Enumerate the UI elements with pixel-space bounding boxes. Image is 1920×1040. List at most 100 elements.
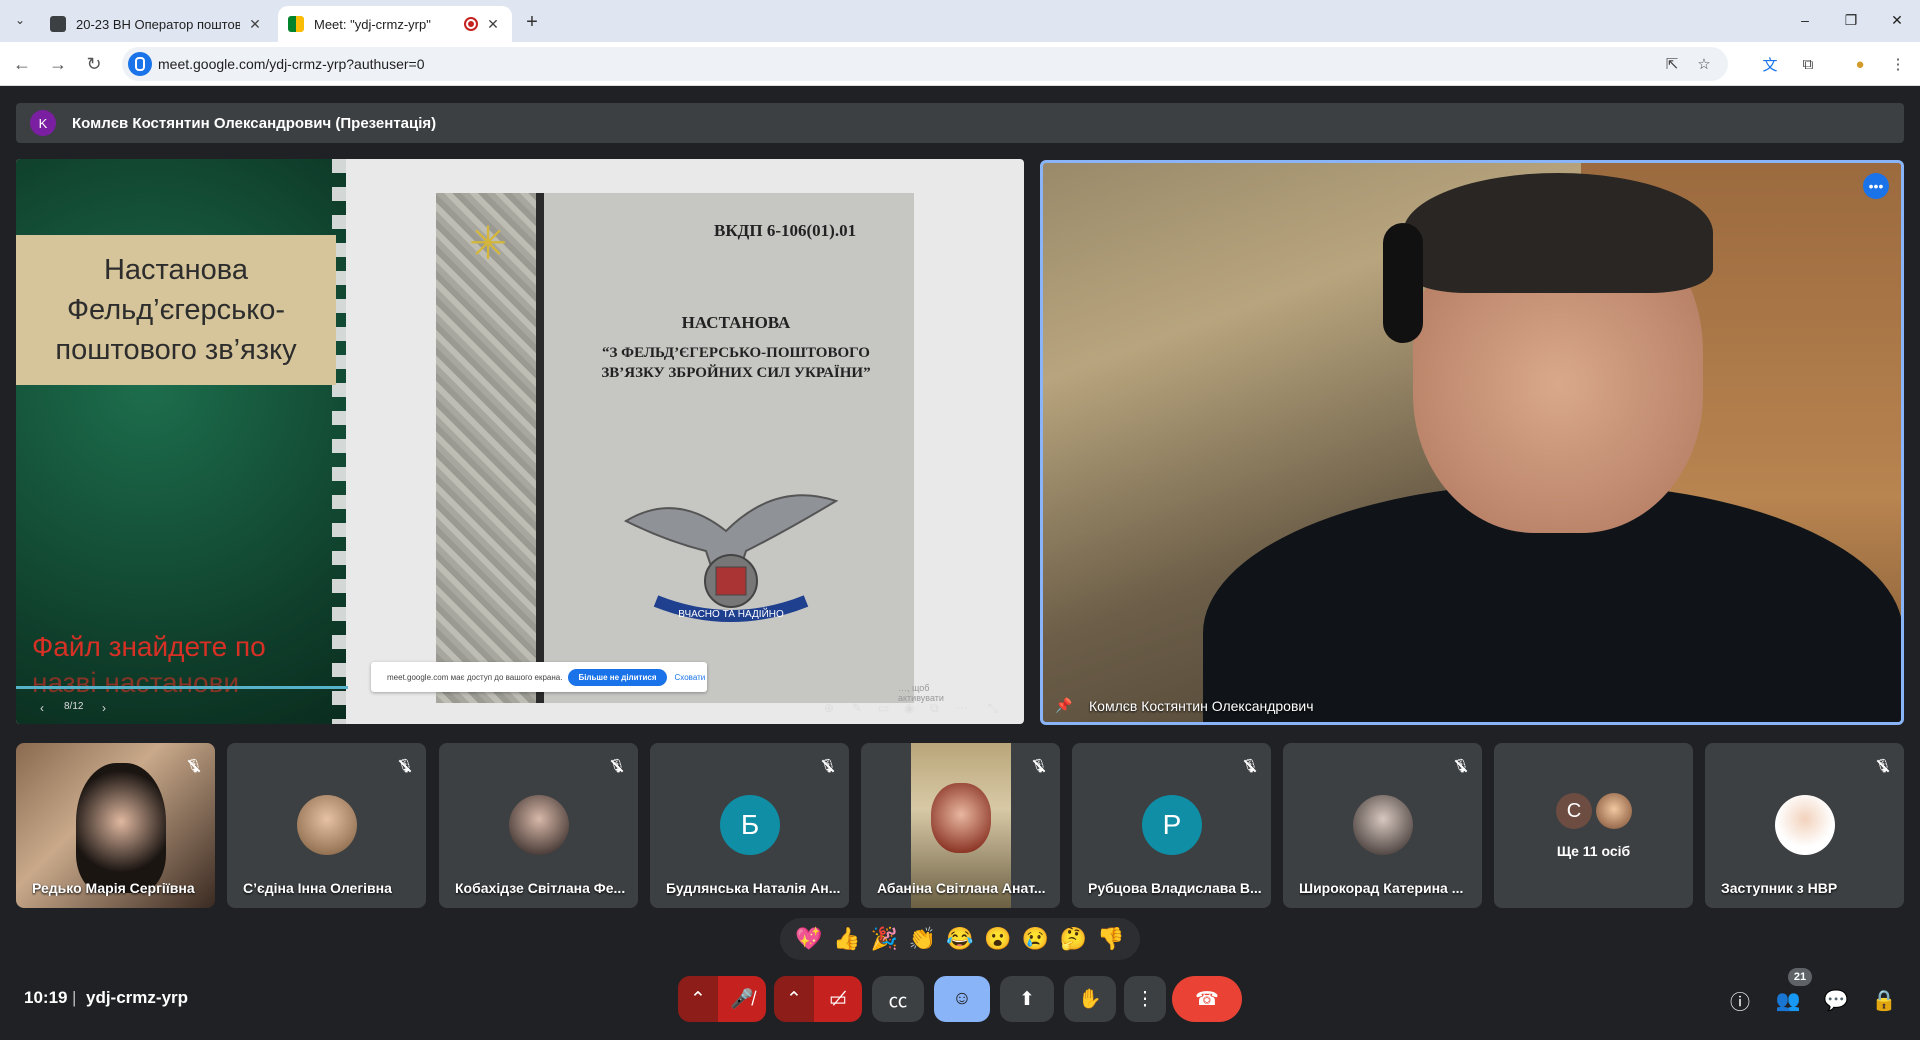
participant-tile[interactable]: 🎙 Заступник з НВР bbox=[1705, 743, 1904, 908]
participant-tile[interactable]: 🎙 С’єдіна Інна Олегівна bbox=[227, 743, 426, 908]
bookmark-star-icon[interactable]: ☆ bbox=[1694, 54, 1714, 74]
collapse-icon[interactable]: ⤡ bbox=[988, 701, 998, 716]
participant-name: С’єдіна Інна Олегівна bbox=[243, 880, 392, 896]
close-tab-icon[interactable]: ✕ bbox=[484, 15, 502, 33]
avatar bbox=[297, 795, 357, 855]
hide-notice-button[interactable]: Сховати bbox=[675, 673, 706, 682]
participant-name: Рубцова Владислава В... bbox=[1088, 880, 1262, 896]
reaction-laugh-icon[interactable]: 😂 bbox=[946, 926, 973, 952]
pin-icon[interactable]: 📌 bbox=[1055, 697, 1072, 714]
forward-icon[interactable]: → bbox=[46, 52, 70, 76]
reactions-button[interactable]: ☺ bbox=[934, 976, 990, 1022]
host-controls-icon[interactable]: 🔒 bbox=[1870, 986, 1898, 1014]
reaction-party-icon[interactable]: 🎉 bbox=[871, 926, 898, 952]
document-title-line2: “З ФЕЛЬД’ЄГЕРСЬКО-ПОШТОВОГО ЗВ’ЯЗКУ ЗБРО… bbox=[601, 345, 871, 381]
audio-icon[interactable]: ◉ bbox=[904, 701, 914, 715]
more-options-icon[interactable]: ⋯ bbox=[956, 701, 968, 715]
reaction-thinking-icon[interactable]: 🤔 bbox=[1060, 926, 1087, 952]
reaction-thumbs-up-icon[interactable]: 👍 bbox=[833, 926, 860, 952]
avatar bbox=[1353, 795, 1413, 855]
minimize-button[interactable]: – bbox=[1782, 6, 1828, 34]
next-slide-icon[interactable]: › bbox=[102, 701, 106, 715]
browser-toolbar: ← → ↻ meet.google.com/ydj-crmz-yrp?authu… bbox=[0, 42, 1920, 86]
mic-toggle-button[interactable]: 🎤̸ bbox=[718, 976, 766, 1022]
video-settings-chevron-icon[interactable]: ⌃ bbox=[774, 976, 814, 1022]
mic-off-icon: 🎙 bbox=[1450, 755, 1472, 777]
participant-tile[interactable]: 🎙 Б Будлянська Наталія Ан... bbox=[650, 743, 849, 908]
meeting-clock: 10:19 bbox=[24, 988, 68, 1007]
leave-call-button[interactable]: ☎ bbox=[1172, 976, 1242, 1022]
address-bar[interactable]: meet.google.com/ydj-crmz-yrp?authuser=0 … bbox=[122, 47, 1728, 81]
tab-search-button[interactable]: ⌄ bbox=[6, 8, 34, 32]
participant-name: Широкорад Катерина ... bbox=[1299, 880, 1464, 896]
meet-favicon-icon bbox=[288, 16, 304, 32]
reaction-clap-icon[interactable]: 👏 bbox=[908, 926, 935, 952]
captions-button[interactable]: ㏄ bbox=[872, 976, 924, 1022]
extensions-icon[interactable]: ⧉ bbox=[1796, 52, 1820, 76]
raise-hand-button[interactable]: ✋ bbox=[1064, 976, 1116, 1022]
captions-icon: ㏄ bbox=[888, 990, 908, 1012]
audio-settings-chevron-icon[interactable]: ⌃ bbox=[678, 976, 718, 1022]
speaker-video-tile[interactable]: ••• 📌 Комлєв Костянтин Олександрович bbox=[1040, 160, 1904, 725]
document-title-line1: НАСТАНОВА bbox=[681, 313, 791, 332]
mic-off-icon: 🎙 bbox=[606, 755, 628, 777]
meeting-info-icon[interactable]: ⓘ bbox=[1726, 986, 1754, 1014]
profile-avatar-icon[interactable]: ● bbox=[1848, 52, 1872, 76]
reaction-surprised-icon[interactable]: 😮 bbox=[984, 926, 1011, 952]
prev-slide-icon[interactable]: ‹ bbox=[40, 701, 44, 715]
chat-icon[interactable]: 💬 bbox=[1822, 986, 1850, 1014]
restore-button[interactable]: ❐ bbox=[1828, 6, 1874, 34]
stop-sharing-button[interactable]: Більше не ділитися bbox=[568, 668, 667, 686]
pen-icon[interactable]: ✎ bbox=[852, 701, 862, 715]
present-screen-icon: ⬆ bbox=[1019, 988, 1035, 1010]
more-options-button[interactable]: ⋮ bbox=[1124, 976, 1166, 1022]
captions-icon[interactable]: ▭ bbox=[878, 701, 889, 715]
mic-off-icon: 🎙 bbox=[394, 755, 416, 777]
back-icon[interactable]: ← bbox=[10, 52, 34, 76]
browser-tab-classroom[interactable]: 20-23 ВН Оператор поштово ✕ bbox=[40, 6, 274, 42]
more-participants-label: Ще 11 осіб bbox=[1556, 843, 1631, 859]
browser-tab-meet[interactable]: Meet: "ydj-crmz-yrp" ✕ bbox=[278, 6, 512, 42]
participant-name: Заступник з НВР bbox=[1721, 880, 1838, 896]
mic-off-icon: 🎙 bbox=[183, 755, 205, 777]
browser-menu-icon[interactable]: ⋮ bbox=[1886, 52, 1910, 76]
hang-up-icon: ☎ bbox=[1195, 988, 1219, 1010]
tile-options-icon[interactable]: ••• bbox=[1863, 173, 1889, 199]
close-window-button[interactable]: ✕ bbox=[1874, 6, 1920, 34]
participant-tile[interactable]: 🎙 Широкорад Катерина ... bbox=[1283, 743, 1482, 908]
camera-toggle-button[interactable]: ▭̸ bbox=[814, 976, 862, 1022]
reaction-heart-icon[interactable]: 💖 bbox=[795, 926, 822, 952]
presentation-tile[interactable]: Настанова Фельд’єгерсько-поштового зв’яз… bbox=[16, 159, 1024, 724]
reload-icon[interactable]: ↻ bbox=[82, 52, 106, 76]
document-code: ВКДП 6-106(01).01 bbox=[714, 221, 857, 240]
reaction-sad-icon[interactable]: 😢 bbox=[1022, 926, 1049, 952]
mic-off-icon: 🎙 bbox=[1872, 755, 1894, 777]
recording-icon bbox=[464, 17, 478, 31]
tab-title: Meet: "ydj-crmz-yrp" bbox=[314, 16, 431, 32]
pip-icon[interactable]: ⧉ bbox=[930, 701, 939, 716]
people-count-badge: 21 bbox=[1788, 968, 1812, 986]
participant-face bbox=[931, 783, 991, 853]
tab-title: 20-23 ВН Оператор поштово bbox=[76, 16, 240, 32]
headphone-icon bbox=[1383, 223, 1423, 343]
mic-off-icon: 🎙 bbox=[1239, 755, 1261, 777]
participant-tile[interactable]: 🎙 Кобахідзе Світлана Фе... bbox=[439, 743, 638, 908]
avatar bbox=[509, 795, 569, 855]
present-button[interactable]: ⬆ bbox=[1000, 976, 1054, 1022]
close-tab-icon[interactable]: ✕ bbox=[246, 15, 264, 33]
more-vert-icon: ⋮ bbox=[1135, 988, 1155, 1010]
participant-tile[interactable]: 🎙 Р Рубцова Владислава В... bbox=[1072, 743, 1271, 908]
people-icon[interactable]: 👥 bbox=[1774, 986, 1802, 1014]
translate-icon[interactable]: 文 bbox=[1758, 52, 1782, 76]
avatar: Б bbox=[720, 795, 780, 855]
zoom-icon[interactable]: ⊕ bbox=[824, 701, 834, 715]
more-participants-tile[interactable]: С Ще 11 осіб bbox=[1494, 743, 1693, 908]
reaction-thumbs-down-icon[interactable]: 👎 bbox=[1097, 926, 1124, 952]
slide-counter: 8/12 bbox=[64, 701, 84, 712]
avatar bbox=[1596, 793, 1632, 829]
participant-tile[interactable]: 🎙 Абаніна Світлана Анат... bbox=[861, 743, 1060, 908]
microphone-permission-icon[interactable] bbox=[128, 52, 152, 76]
open-in-app-icon[interactable]: ⇱ bbox=[1662, 54, 1682, 74]
new-tab-button[interactable]: + bbox=[520, 10, 544, 34]
participant-tile[interactable]: 🎙 Редько Марія Сергіївна bbox=[16, 743, 215, 908]
